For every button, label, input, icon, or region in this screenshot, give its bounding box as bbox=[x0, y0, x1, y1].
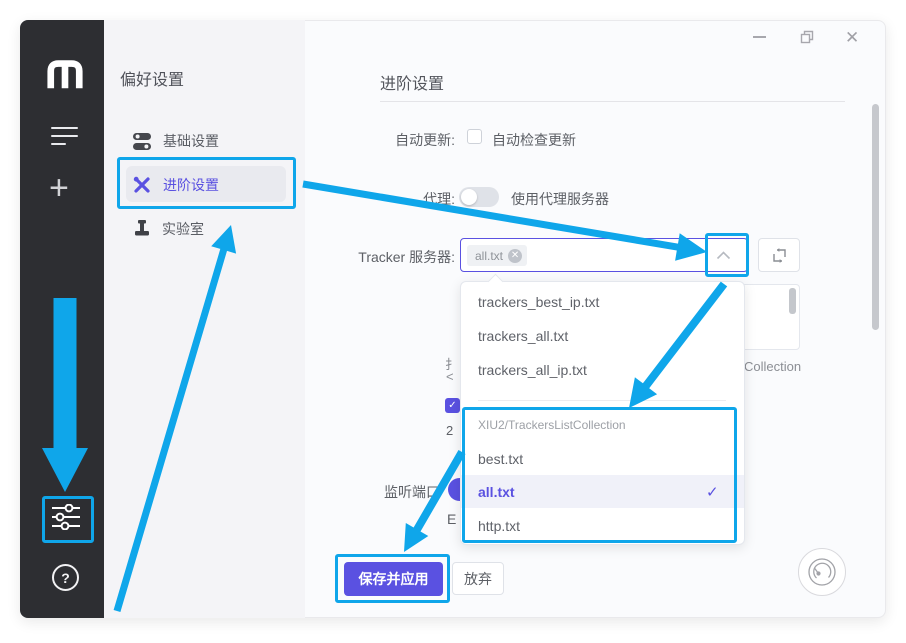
tracker-label: Tracker 服务器: bbox=[345, 247, 455, 267]
hint-text-fragment: Collection bbox=[744, 359, 801, 374]
minimize-button[interactable] bbox=[753, 36, 766, 38]
task-list-icon[interactable] bbox=[51, 127, 78, 145]
lab-icon bbox=[134, 220, 150, 239]
add-task-icon[interactable]: + bbox=[49, 171, 69, 205]
annotation-box bbox=[335, 554, 450, 603]
proxy-toggle-label: 使用代理服务器 bbox=[511, 189, 609, 209]
annotation-box bbox=[117, 157, 296, 209]
clipped-text-fragment: 2 bbox=[446, 423, 453, 438]
speedometer-icon bbox=[807, 557, 837, 587]
sidebar-item-label: 基础设置 bbox=[163, 131, 219, 151]
main-scrollbar[interactable] bbox=[872, 104, 879, 330]
sidebar-item-lab[interactable]: 实验室 bbox=[134, 219, 204, 239]
annotation-box bbox=[705, 233, 749, 277]
screenshot-stage: + ? 偏好设置 基础设置 进阶设置 bbox=[0, 0, 906, 643]
close-button[interactable]: ✕ bbox=[845, 28, 859, 48]
auto-sync-checkbox[interactable]: ✓ bbox=[445, 398, 460, 413]
motrix-logo-icon bbox=[46, 57, 84, 91]
discard-button[interactable]: 放弃 bbox=[452, 562, 504, 595]
sidebar-item-label: 实验室 bbox=[162, 219, 204, 239]
textarea-scrollbar[interactable] bbox=[789, 288, 796, 314]
dropdown-item[interactable]: trackers_best_ip.txt bbox=[478, 294, 599, 310]
tag-close-icon[interactable]: ✕ bbox=[508, 249, 522, 263]
annotation-box bbox=[462, 407, 737, 543]
sidebar-item-basic-settings[interactable]: 基础设置 bbox=[133, 131, 219, 151]
auto-update-checkbox-label: 自动检查更新 bbox=[492, 130, 576, 150]
clipped-text-fragment: < bbox=[446, 369, 454, 384]
tracker-tag[interactable]: all.txt ✕ bbox=[467, 245, 527, 266]
help-icon[interactable]: ? bbox=[52, 564, 79, 591]
basic-settings-icon bbox=[133, 133, 151, 150]
title-divider bbox=[380, 101, 845, 102]
auto-update-checkbox[interactable] bbox=[467, 129, 482, 144]
toggle-knob bbox=[461, 189, 477, 205]
listen-port-label: 监听端口 bbox=[384, 482, 440, 502]
clipped-text-fragment: E bbox=[447, 511, 456, 527]
sync-tracker-icon bbox=[771, 247, 788, 264]
speed-test-button[interactable] bbox=[798, 548, 846, 596]
auto-update-label: 自动更新: bbox=[345, 130, 455, 150]
tag-label: all.txt bbox=[475, 249, 503, 263]
page-title: 进阶设置 bbox=[380, 70, 444, 94]
proxy-label: 代理: bbox=[345, 189, 455, 209]
maximize-button[interactable] bbox=[800, 30, 814, 44]
annotation-box bbox=[42, 496, 94, 543]
sync-tracker-button[interactable] bbox=[758, 238, 800, 272]
preferences-title: 偏好设置 bbox=[120, 66, 184, 90]
proxy-toggle[interactable] bbox=[459, 187, 499, 207]
dropdown-divider bbox=[478, 400, 726, 401]
dropdown-item[interactable]: trackers_all_ip.txt bbox=[478, 362, 587, 378]
dropdown-item[interactable]: trackers_all.txt bbox=[478, 328, 568, 344]
preferences-panel bbox=[104, 20, 305, 618]
